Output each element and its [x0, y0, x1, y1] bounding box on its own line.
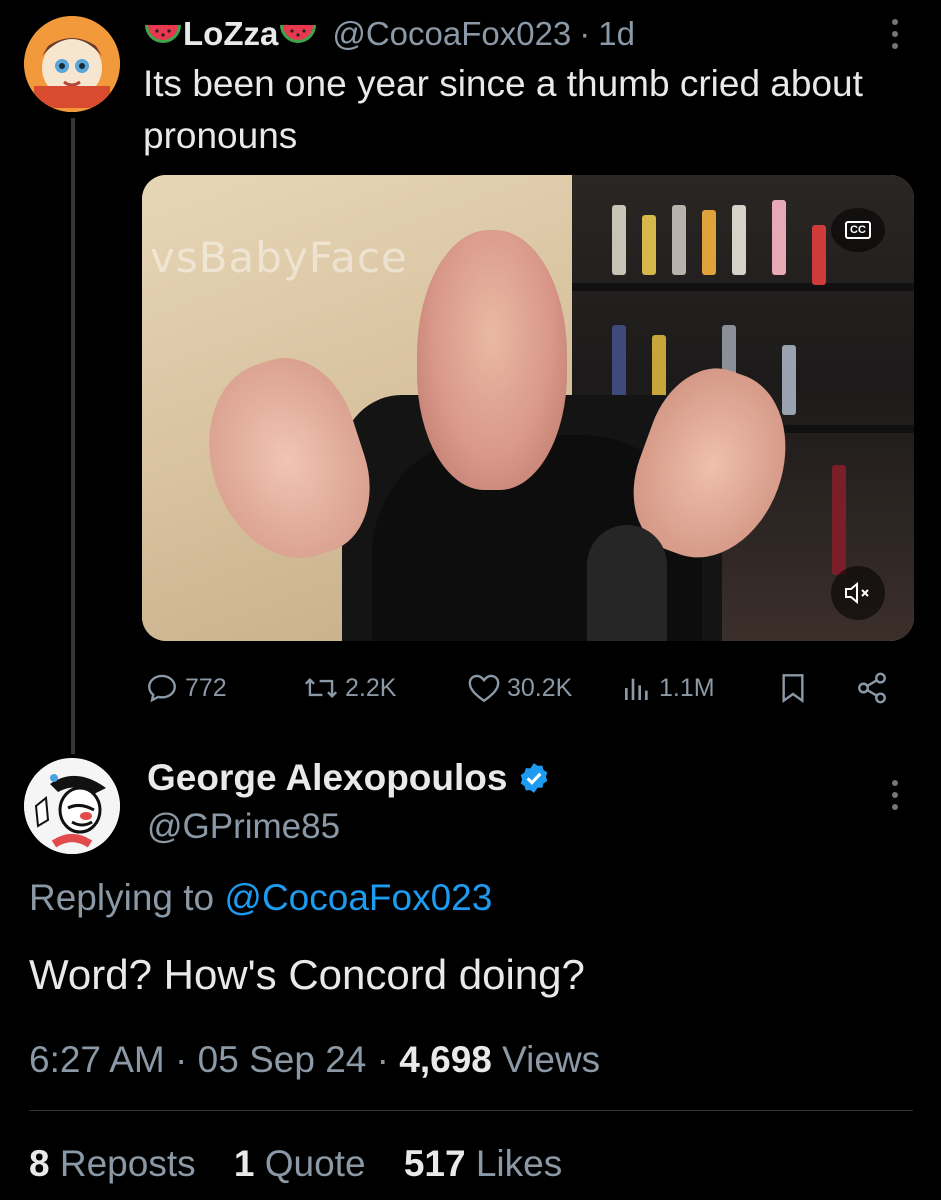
likes-label: Likes — [475, 1143, 563, 1184]
share-icon — [858, 672, 886, 704]
quotes-stat[interactable]: 1 Quote — [234, 1143, 376, 1184]
reposts-stat[interactable]: 8 Reposts — [29, 1143, 206, 1184]
video-microphone — [587, 525, 667, 641]
reply-action[interactable]: 772 — [145, 664, 227, 712]
user-handle[interactable]: @CocoaFox023 — [332, 15, 571, 53]
video-person-head — [417, 230, 567, 490]
captions-icon: CC — [845, 221, 871, 239]
likes-count: 517 — [403, 1143, 466, 1184]
avatar-lozza[interactable] — [24, 16, 120, 112]
mute-button[interactable] — [831, 566, 885, 620]
reply-count: 772 — [185, 673, 227, 702]
share-action[interactable] — [855, 664, 895, 712]
watermelon-emoji-icon — [280, 25, 317, 43]
like-count: 30.2K — [507, 673, 573, 702]
views-count: 4,698 — [399, 1039, 492, 1080]
avatar-illustration — [24, 758, 120, 854]
tweet-text: Its been one year since a thumb cried ab… — [143, 63, 863, 156]
tweet-header: LoZza @CocoaFox023 · 1d — [143, 12, 635, 56]
tweet-actions: 772 2.2K 30.2K 1.1M — [145, 664, 915, 712]
reply-text: Word? How's Concord doing? — [29, 951, 585, 998]
user-handle[interactable]: @GPrime85 — [147, 803, 340, 851]
like-action[interactable]: 30.2K — [467, 664, 572, 712]
avatar-george[interactable] — [24, 758, 120, 854]
thread-line — [71, 118, 75, 754]
engagement-stats: 8 Reposts 1 Quote 517 Likes — [29, 1136, 590, 1192]
quotes-count: 1 — [233, 1143, 255, 1184]
separator-dot: · — [175, 1039, 188, 1080]
tweet-meta: 6:27 AM · 05 Sep 24 · 4,698 Views — [29, 1032, 600, 1088]
separator-dot: · — [376, 1039, 389, 1080]
reply-author: George Alexopoulos — [147, 752, 551, 804]
avatar-illustration — [24, 16, 120, 112]
bookmark-icon — [782, 674, 804, 703]
video-watermark: vsBabyFace — [150, 233, 408, 282]
likes-stat[interactable]: 517 Likes — [404, 1143, 562, 1184]
views-count: 1.1M — [659, 673, 715, 702]
repost-icon — [304, 678, 338, 698]
captions-button[interactable]: CC — [831, 208, 885, 252]
quotes-label: Quote — [264, 1143, 366, 1184]
bookmark-action[interactable] — [777, 664, 815, 712]
replying-prefix: Replying to — [29, 877, 215, 918]
reply-icon — [148, 674, 176, 703]
divider — [29, 1110, 913, 1111]
display-name[interactable]: LoZza — [183, 15, 278, 53]
replying-mention-link[interactable]: @CocoaFox023 — [224, 877, 492, 918]
replying-to: Replying to @CocoaFox023 — [29, 870, 492, 926]
tweet-date[interactable]: 05 Sep 24 — [198, 1039, 367, 1080]
repost-count: 2.2K — [345, 673, 397, 702]
views-icon — [625, 678, 648, 700]
mute-icon — [845, 581, 869, 605]
display-name[interactable]: George Alexopoulos — [147, 757, 507, 799]
views-label: Views — [502, 1039, 601, 1080]
reposts-label: Reposts — [59, 1143, 196, 1184]
more-icon[interactable] — [880, 14, 910, 54]
tweet-time[interactable]: 6:27 AM — [29, 1039, 165, 1080]
views-action[interactable]: 1.1M — [621, 664, 715, 712]
verified-badge-icon[interactable] — [517, 761, 551, 795]
like-icon — [468, 674, 500, 703]
repost-action[interactable]: 2.2K — [303, 664, 396, 712]
watermelon-emoji-icon — [145, 25, 181, 43]
time-ago[interactable]: 1d — [598, 15, 635, 53]
separator-dot: · — [579, 15, 591, 52]
more-icon[interactable] — [880, 775, 910, 815]
video-player[interactable]: vsBabyFace — [142, 175, 914, 641]
reposts-count: 8 — [29, 1143, 50, 1184]
